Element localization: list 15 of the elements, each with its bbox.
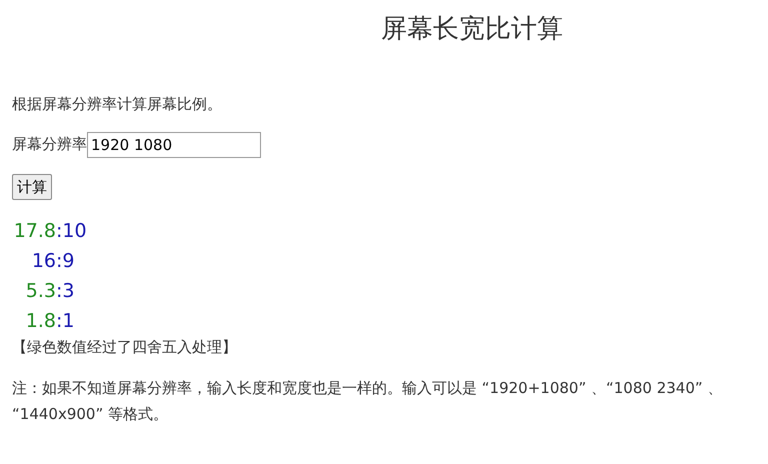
field-label: 屏幕分辨率 (12, 134, 87, 156)
ratio-value: 16 (30, 249, 56, 274)
ratio-value: :1 (56, 310, 74, 332)
calculate-button[interactable]: 计算 (12, 174, 52, 200)
ratio-value: 1.8 (24, 309, 56, 334)
ratio-value: :3 (56, 280, 74, 302)
page-title: 屏幕长宽比计算 (380, 14, 564, 46)
legend-text: 【绿色数值经过了四舍五入处理】 (12, 337, 238, 358)
ratio-value: :9 (56, 250, 74, 272)
note-text: 注：如果不知道屏幕分辨率，输入长度和宽度也是一样的。输入可以是 “1920+1080” 、“1080 2340” 、 “1440x900” 等格式。 (12, 378, 724, 425)
resolution-field[interactable]: 1920 1080 (87, 132, 261, 158)
ratio-value: :10 (56, 220, 87, 242)
intro-text: 根据屏幕分辨率计算屏幕比例。 (12, 94, 223, 116)
ratio-value: 5.3 (24, 279, 56, 304)
ratio-value: 17.8 (12, 219, 56, 244)
